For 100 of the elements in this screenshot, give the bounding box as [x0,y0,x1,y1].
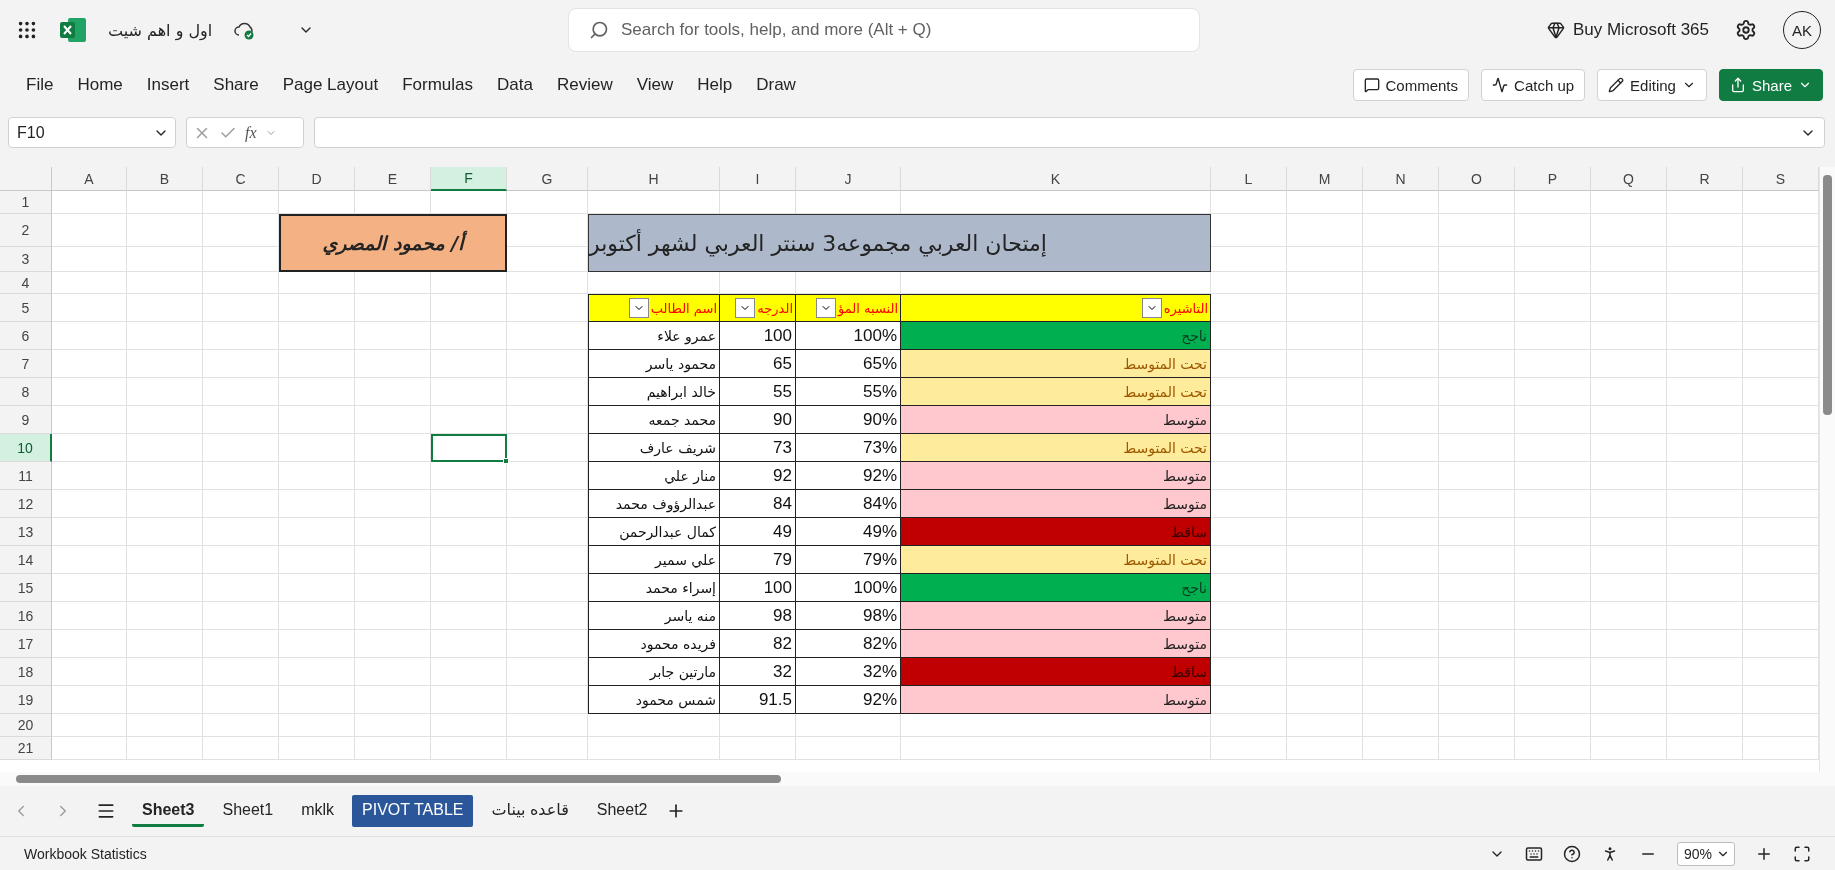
grid-cell[interactable] [1363,686,1439,714]
grid-cell[interactable] [1211,272,1287,294]
grid-cell[interactable] [431,490,507,518]
grid-cell[interactable] [1363,574,1439,602]
grid-cell[interactable] [52,322,127,350]
fill-handle[interactable] [503,458,509,464]
grid-cell[interactable] [203,737,279,760]
grid-cell[interactable] [1363,658,1439,686]
row-number[interactable]: 10 [0,434,52,462]
insert-function-button[interactable]: fx [245,123,257,142]
row-number[interactable]: 6 [0,322,52,350]
grid-cell[interactable] [1287,546,1363,574]
grid-cell[interactable] [1667,574,1743,602]
grid-cell[interactable] [1287,490,1363,518]
grid-cell[interactable] [1515,737,1591,760]
grid-cell[interactable] [1363,350,1439,378]
selected-cell[interactable] [431,434,507,462]
grid-cell[interactable] [203,434,279,462]
grid-cell[interactable] [1591,294,1667,322]
action-button[interactable]: Comments [1352,69,1470,101]
ribbon-tab[interactable]: Home [65,69,135,101]
grid-cell[interactable] [1515,322,1591,350]
column-letter[interactable]: I [720,167,796,191]
grid-cell[interactable] [127,462,203,490]
grid-cell[interactable] [355,434,431,462]
column-letter[interactable]: R [1667,167,1743,191]
grid-cell[interactable] [1363,602,1439,630]
grid-cell[interactable] [52,462,127,490]
grid-cell[interactable] [431,378,507,406]
grid-cell[interactable] [203,574,279,602]
grid-cell[interactable] [1515,658,1591,686]
grid-cell[interactable] [1363,191,1439,214]
sheet-tab[interactable]: Sheet1 [212,795,284,827]
column-letter[interactable]: C [203,167,279,191]
sheet-tab[interactable]: mklk [291,795,345,827]
select-all-corner[interactable] [0,167,52,191]
grid-cell[interactable] [52,630,127,658]
grid-cell[interactable] [203,658,279,686]
row-number[interactable]: 21 [0,737,52,760]
ribbon-tab[interactable]: Review [544,69,625,101]
grid-cell[interactable] [52,546,127,574]
grid-cell[interactable] [507,714,588,737]
grid-cell[interactable] [52,714,127,737]
workbook-statistics[interactable]: Workbook Statistics [24,845,147,862]
grid-cell[interactable] [1591,574,1667,602]
row-number[interactable]: 17 [0,630,52,658]
grid-cell[interactable] [203,191,279,214]
row-number[interactable]: 4 [0,272,52,294]
grid-cell[interactable] [1591,546,1667,574]
column-letter[interactable]: P [1515,167,1591,191]
grid-cell[interactable] [1515,686,1591,714]
grid-cell[interactable] [52,434,127,462]
row-number[interactable]: 20 [0,714,52,737]
row-number[interactable]: 1 [0,191,52,214]
grid-cell[interactable] [127,191,203,214]
grid-cell[interactable] [1439,214,1515,247]
grid-cell[interactable] [1439,406,1515,434]
action-button[interactable]: Catch up [1481,69,1586,101]
grid-cell[interactable] [1515,378,1591,406]
grid-cell[interactable] [1363,462,1439,490]
fullscreen-icon[interactable] [1793,844,1811,863]
grid-cell[interactable] [355,630,431,658]
grid-cell[interactable] [1667,214,1743,247]
ribbon-tab[interactable]: File [14,69,66,101]
grid-cell[interactable] [127,406,203,434]
grid-cell[interactable] [431,294,507,322]
grid-cell[interactable] [431,574,507,602]
ribbon-tab[interactable]: Insert [134,69,202,101]
grid-cell[interactable] [1363,546,1439,574]
grid-cell[interactable] [279,686,355,714]
grid-cell[interactable] [431,406,507,434]
grid-cell[interactable] [1667,518,1743,546]
grid-cell[interactable] [52,518,127,546]
grid-cell[interactable] [279,462,355,490]
filter-button[interactable] [735,298,756,318]
grid-cell[interactable] [1591,322,1667,350]
row-number[interactable]: 16 [0,602,52,630]
grid-cell[interactable] [1591,214,1667,247]
grid-cell[interactable] [279,602,355,630]
grid-cell[interactable] [431,658,507,686]
grid-cell[interactable] [1439,630,1515,658]
grid-cell[interactable] [1667,350,1743,378]
grid-cell[interactable] [355,686,431,714]
grid-cell[interactable] [127,214,203,247]
row-number[interactable]: 18 [0,658,52,686]
grid-cell[interactable] [1591,350,1667,378]
grid-cell[interactable] [1591,737,1667,760]
grid-cell[interactable] [127,294,203,322]
grid-cell[interactable] [127,714,203,737]
grid-cell[interactable] [127,630,203,658]
grid-cell[interactable] [1439,714,1515,737]
grid-cell[interactable] [1515,406,1591,434]
grid-cell[interactable] [1287,737,1363,760]
grid-cell[interactable] [1287,602,1363,630]
ribbon-tab[interactable]: Page Layout [270,69,391,101]
grid-cell[interactable] [355,658,431,686]
grid-cell[interactable] [1363,294,1439,322]
grid-cell[interactable] [1591,602,1667,630]
grid-cell[interactable] [1287,630,1363,658]
row-number[interactable]: 9 [0,406,52,434]
